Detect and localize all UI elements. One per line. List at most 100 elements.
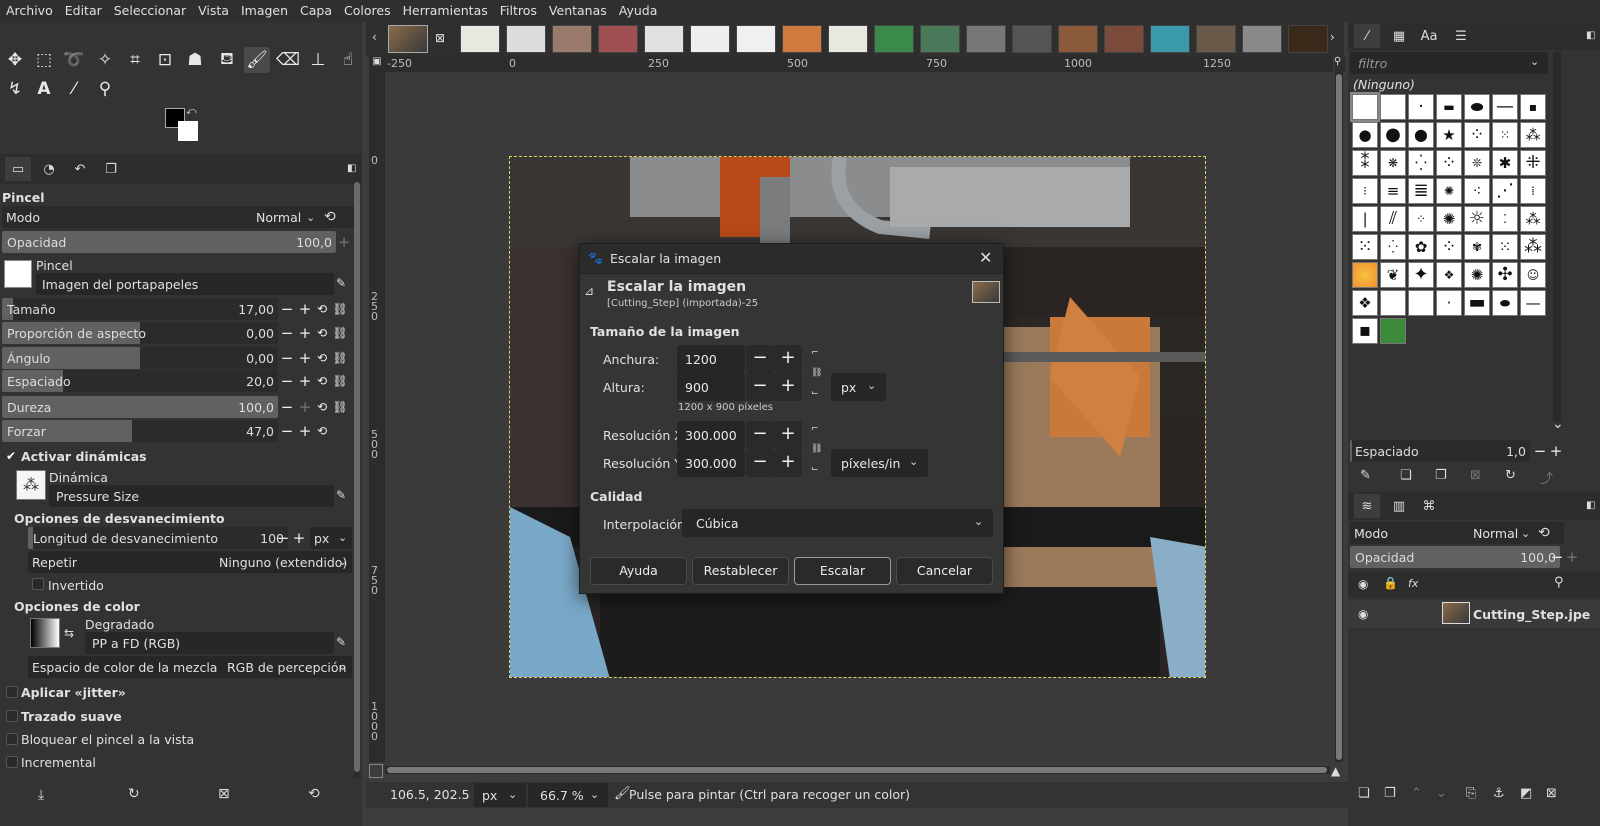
warp-tool-icon[interactable]: ☗	[182, 47, 208, 73]
brush-swatch[interactable]: ≡	[1380, 178, 1406, 204]
dock-menu-icon[interactable]: ◧	[1586, 30, 1595, 41]
horizontal-scrollbar[interactable]	[385, 766, 1330, 774]
layer-row[interactable]: ◉ Cutting_Step.jpe	[1348, 600, 1600, 628]
image-tab-thumbnail[interactable]	[1196, 25, 1236, 53]
size-unit-dropdown[interactable]: px ⌄	[831, 373, 886, 401]
angle-reset-icon[interactable]: ⟲	[314, 348, 330, 368]
new-layer-icon[interactable]: ❏	[1358, 786, 1370, 801]
new-layer-group-icon[interactable]: ❐	[1384, 786, 1396, 801]
repeat-dropdown[interactable]: Repetir Ninguno (extendido) ⌄	[28, 551, 352, 573]
gradient-field[interactable]: PP a FD (RGB)	[85, 632, 334, 654]
duplicate-brush-icon[interactable]: ❐	[1435, 468, 1447, 483]
aspect-decrease-button[interactable]: −	[279, 323, 295, 343]
brush-swatch[interactable]: ≣	[1408, 178, 1434, 204]
opacity-slider[interactable]: Opacidad 100,0	[2, 231, 336, 253]
search-icon[interactable]: ⚲	[1554, 575, 1564, 590]
reverse-checkbox[interactable]	[32, 578, 44, 590]
paintbrush-tool-icon[interactable]: 🖌	[244, 47, 270, 73]
dynamics-field[interactable]: Pressure Size	[49, 485, 334, 507]
size-reset-icon[interactable]: ⟲	[314, 299, 330, 319]
x-resolution-increase-button[interactable]: +	[774, 421, 802, 449]
menu-capa[interactable]: Capa	[294, 0, 338, 22]
eraser-tool-icon[interactable]: ⌫	[275, 47, 301, 73]
navigate-icon[interactable]	[369, 764, 383, 778]
eye-icon[interactable]: ◉	[1358, 577, 1368, 591]
image-tab-thumbnail[interactable]	[920, 25, 960, 53]
close-tab-icon[interactable]: ⊠	[435, 31, 445, 45]
brush-swatch[interactable]: ⁂	[1520, 206, 1546, 232]
brush-swatch[interactable]: ▪	[1520, 94, 1546, 120]
brush-swatch[interactable]: —	[1492, 94, 1518, 120]
scale-button[interactable]: Escalar	[794, 557, 891, 585]
menu-filtros[interactable]: Filtros	[494, 0, 543, 22]
brush-swatch[interactable]: ⁖	[1464, 178, 1490, 204]
brush-swatch[interactable]: ⁜	[1520, 150, 1546, 176]
brush-swatch[interactable]: ·	[1408, 94, 1434, 120]
brush-swatch[interactable]: ⁘	[1408, 206, 1434, 232]
angle-decrease-button[interactable]: −	[279, 348, 295, 368]
jitter-checkbox[interactable]	[6, 686, 18, 698]
angle-increase-button[interactable]: +	[297, 348, 313, 368]
color-picker-tool-icon[interactable]: ⁄	[61, 76, 87, 102]
undo-history-tab-icon[interactable]: ↶	[67, 157, 93, 181]
spacing-link-icon[interactable]: ⛓	[332, 371, 348, 391]
image-tab-thumbnail[interactable]	[828, 25, 868, 53]
brush-swatch[interactable]: ▪	[1352, 318, 1378, 344]
restore-options-icon[interactable]: ↻	[128, 786, 140, 802]
menu-ventanas[interactable]: Ventanas	[543, 0, 613, 22]
aspect-link-icon[interactable]: ⛓	[332, 323, 348, 343]
y-resolution-increase-button[interactable]: +	[774, 449, 802, 477]
image-tab-thumbnail[interactable]	[1242, 25, 1282, 53]
menu-seleccionar[interactable]: Seleccionar	[108, 0, 192, 22]
chevron-down-icon[interactable]: ⌄	[1530, 55, 1539, 68]
zoom-dropdown[interactable]: 66.7 % ⌄	[528, 783, 608, 807]
force-increase-button[interactable]: +	[297, 421, 313, 441]
anchor-layer-icon[interactable]: ⚓	[1493, 786, 1505, 801]
image-tab-thumbnail[interactable]	[1058, 25, 1098, 53]
brush-swatch[interactable]: ✦	[1408, 262, 1434, 288]
opacity-increase-button[interactable]: +	[336, 232, 352, 252]
aspect-reset-icon[interactable]: ⟲	[314, 323, 330, 343]
brush-swatch[interactable]: ⁘	[1436, 150, 1462, 176]
toggle-padding-icon[interactable]: ▲	[1331, 764, 1340, 778]
aspect-increase-button[interactable]: +	[297, 323, 313, 343]
layer-opacity-slider[interactable]: Opacidad 100,0	[1350, 546, 1560, 568]
brush-filter-field[interactable]: filtro ⌄	[1350, 52, 1548, 74]
duplicate-layer-icon[interactable]: ⎘	[1466, 786, 1476, 801]
layer-mode-row[interactable]: Modo Normal ⌄ ⟲	[1350, 522, 1564, 544]
menu-herramientas[interactable]: Herramientas	[397, 0, 494, 22]
brush-swatch[interactable]: ★	[1436, 122, 1462, 148]
vertical-scrollbar[interactable]	[1335, 72, 1343, 762]
menu-vista[interactable]: Vista	[192, 0, 235, 22]
image-tab-thumbnail[interactable]	[690, 25, 730, 53]
edit-dynamics-icon[interactable]: ✎	[336, 488, 346, 502]
brush-swatch[interactable]: ❦	[1380, 262, 1406, 288]
hardness-link-icon[interactable]: ⛓	[332, 397, 348, 417]
save-options-icon[interactable]: ⤓	[38, 787, 44, 803]
brush-swatch[interactable]: ⁙	[1492, 234, 1518, 260]
y-resolution-input[interactable]: 300.000	[677, 449, 745, 477]
help-button[interactable]: Ayuda	[590, 557, 687, 585]
refresh-brushes-icon[interactable]: ↻	[1505, 468, 1516, 483]
incremental-checkbox[interactable]	[6, 756, 18, 768]
hardness-reset-icon[interactable]: ⟲	[314, 397, 330, 417]
edit-gradient-icon[interactable]: ✎	[336, 635, 346, 649]
dynamics-checkbox[interactable]: ✔	[6, 450, 18, 462]
layers-tab-icon[interactable]: ≋	[1354, 494, 1380, 518]
brush-swatch[interactable]: ☼	[1464, 206, 1490, 232]
brushes-tab-icon[interactable]: ⁄	[1354, 24, 1380, 48]
brush-swatch[interactable]: ⬤	[1408, 122, 1434, 148]
brush-to-image-icon[interactable]: ⤴	[1540, 468, 1553, 487]
image-tab-thumbnail[interactable]	[598, 25, 638, 53]
brush-swatch[interactable]: ✾	[1464, 234, 1490, 260]
mode-row[interactable]: Modo Normal ⌄ ⟲	[2, 206, 354, 228]
chevron-down-icon[interactable]: ⌄	[1521, 527, 1530, 540]
chevron-down-icon[interactable]: ⌄	[306, 211, 315, 224]
image-tab-thumbnail[interactable]	[506, 25, 546, 53]
force-slider[interactable]: Forzar 47,0	[2, 420, 278, 442]
brush-swatch[interactable]: ⁘	[1464, 122, 1490, 148]
hardness-slider[interactable]: Dureza 100,0	[2, 396, 278, 418]
transform-tool-icon[interactable]: ⊡	[152, 47, 178, 73]
menu-ayuda[interactable]: Ayuda	[613, 0, 664, 22]
reset-mode-icon[interactable]: ⟲	[1538, 525, 1550, 541]
